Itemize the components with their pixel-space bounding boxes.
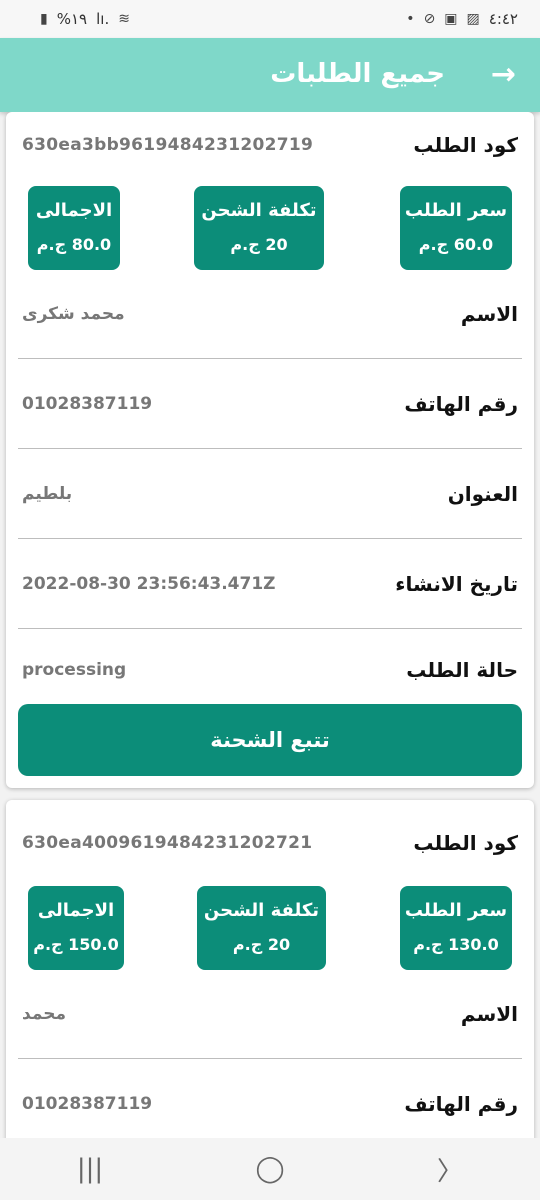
phone-label: رقم الهاتف bbox=[404, 392, 518, 416]
recents-icon[interactable]: ||| bbox=[60, 1154, 120, 1184]
status-value: processing bbox=[22, 660, 127, 680]
home-icon[interactable]: ◯ bbox=[240, 1154, 300, 1184]
phone-value: 01028387119 bbox=[22, 1094, 153, 1114]
status-right: • ⊘ ▣ ▨ ٤:٤٢ bbox=[406, 10, 518, 28]
price-value: 130.0 ج.م bbox=[413, 935, 499, 954]
page-title: جميع الطلبات bbox=[270, 59, 445, 89]
shipping-value: 20 ج.م bbox=[232, 935, 291, 954]
total-box: الاجمالى 80.0 ج.م bbox=[28, 186, 120, 270]
order-code-label: كود الطلب bbox=[413, 133, 518, 157]
order-code-value: 630ea4009619484231202721 bbox=[22, 833, 313, 853]
order-code-label: كود الطلب bbox=[413, 831, 518, 855]
total-box: الاجمالى 150.0 ج.م bbox=[28, 886, 124, 970]
link-icon: ⊘ bbox=[423, 11, 436, 27]
created-at-field: تاريخ الانشاء 2022-08-30 23:56:43.471Z bbox=[18, 538, 522, 629]
battery-level: %١٩ bbox=[56, 10, 88, 28]
status-bar: ▮ %١٩ lı. ≋ • ⊘ ▣ ▨ ٤:٤٢ bbox=[0, 0, 540, 38]
name-field: الاسم محمد شكرى bbox=[18, 268, 522, 359]
wifi-icon: ≋ bbox=[118, 11, 130, 27]
total-label: الاجمالى bbox=[37, 900, 115, 921]
name-value: محمد شكرى bbox=[22, 304, 125, 324]
status-field: حالة الطلب processing bbox=[18, 628, 522, 698]
image-icon: ▨ bbox=[466, 11, 480, 27]
name-value: محمد bbox=[22, 1004, 66, 1024]
system-nav-bar: ||| ◯ 〉 bbox=[0, 1138, 540, 1200]
phone-field: رقم الهاتف 01028387119 bbox=[18, 1058, 522, 1138]
back-arrow-icon[interactable]: → bbox=[491, 60, 516, 90]
price-label: سعر الطلب bbox=[404, 900, 508, 921]
total-value: 150.0 ج.م bbox=[33, 935, 119, 954]
dot-icon: • bbox=[406, 11, 415, 27]
shipping-label: تكلفة الشحن bbox=[203, 900, 320, 921]
clock: ٤:٤٢ bbox=[488, 10, 518, 28]
name-label: الاسم bbox=[460, 302, 518, 326]
orders-list[interactable]: 630ea3bb9619484231202719 كود الطلب الاجم… bbox=[0, 112, 540, 1138]
name-field: الاسم محمد bbox=[18, 968, 522, 1059]
order-code-row: 630ea3bb9619484231202719 كود الطلب bbox=[6, 130, 534, 160]
track-shipment-button[interactable]: تتبع الشحنة bbox=[18, 704, 522, 776]
total-label: الاجمالى bbox=[35, 200, 113, 221]
address-value: بلطيم bbox=[22, 484, 73, 504]
signal-icon: lı. bbox=[96, 10, 110, 28]
total-value: 80.0 ج.م bbox=[36, 235, 112, 254]
address-label: العنوان bbox=[447, 482, 518, 506]
app-notification-icon: ▣ bbox=[444, 11, 458, 27]
status-label: حالة الطلب bbox=[406, 658, 518, 682]
address-field: العنوان بلطيم bbox=[18, 448, 522, 539]
shipping-value: 20 ج.م bbox=[230, 235, 288, 254]
status-left: ▮ %١٩ lı. ≋ bbox=[40, 10, 130, 28]
price-boxes: الاجمالى 80.0 ج.م تكلفة الشحن 20 ج.م سعر… bbox=[6, 186, 534, 270]
phone-label: رقم الهاتف bbox=[404, 1092, 518, 1116]
order-card: 630ea4009619484231202721 كود الطلب الاجم… bbox=[6, 800, 534, 1138]
phone-value: 01028387119 bbox=[22, 394, 153, 414]
back-icon[interactable]: 〉 bbox=[420, 1151, 480, 1188]
shipping-box: تكلفة الشحن 20 ج.م bbox=[197, 886, 326, 970]
price-box: سعر الطلب 60.0 ج.م bbox=[400, 186, 512, 270]
order-code-row: 630ea4009619484231202721 كود الطلب bbox=[6, 828, 534, 858]
price-label: سعر الطلب bbox=[404, 200, 508, 221]
order-card: 630ea3bb9619484231202719 كود الطلب الاجم… bbox=[6, 112, 534, 788]
shipping-box: تكلفة الشحن 20 ج.م bbox=[194, 186, 324, 270]
shipping-label: تكلفة الشحن bbox=[201, 200, 317, 221]
price-box: سعر الطلب 130.0 ج.م bbox=[400, 886, 512, 970]
name-label: الاسم bbox=[460, 1002, 518, 1026]
phone-field: رقم الهاتف 01028387119 bbox=[18, 358, 522, 449]
order-code-value: 630ea3bb9619484231202719 bbox=[22, 135, 314, 155]
price-value: 60.0 ج.م bbox=[418, 235, 494, 254]
price-boxes: الاجمالى 150.0 ج.م تكلفة الشحن 20 ج.م سع… bbox=[6, 886, 534, 970]
created-at-label: تاريخ الانشاء bbox=[395, 572, 518, 596]
battery-icon: ▮ bbox=[40, 11, 48, 27]
app-bar: جميع الطلبات → bbox=[0, 38, 540, 112]
created-at-value: 2022-08-30 23:56:43.471Z bbox=[22, 574, 276, 594]
